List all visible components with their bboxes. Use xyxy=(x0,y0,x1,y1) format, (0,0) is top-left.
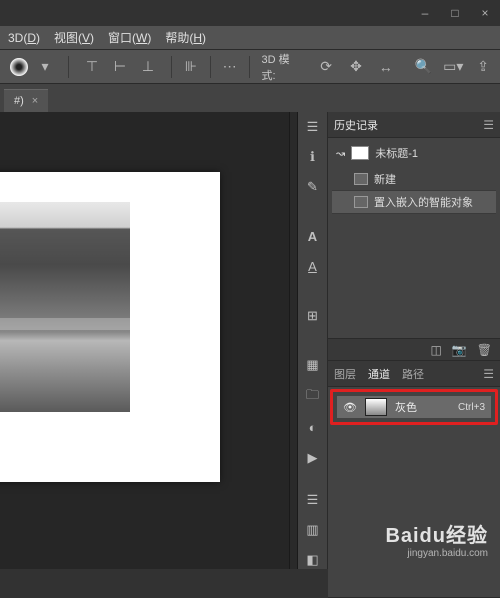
close-button[interactable]: × xyxy=(478,6,492,20)
brush-preview-icon[interactable] xyxy=(10,58,28,76)
styles-panel-icon[interactable]: ◧ xyxy=(303,551,323,569)
actions-panel-icon[interactable]: ▶ xyxy=(303,449,323,467)
close-tab-icon[interactable]: × xyxy=(32,95,38,107)
trash-icon[interactable]: 🗑 xyxy=(477,343,492,357)
canvas-area[interactable] xyxy=(0,112,290,569)
artboard xyxy=(0,172,220,482)
history-brush-icon: ↝ xyxy=(336,147,345,160)
tab-history[interactable]: 历史记录 xyxy=(334,117,378,133)
channel-name: 灰色 xyxy=(395,399,417,415)
rail-menu2-icon[interactable]: ☰ xyxy=(303,491,323,509)
place-embed-icon xyxy=(354,196,368,208)
document-tab-bar: #) × xyxy=(0,84,500,112)
highlight-annotation: 👁 灰色 Ctrl+3 xyxy=(330,389,498,425)
workspace-switch-icon[interactable]: ▭▾ xyxy=(442,56,464,78)
align-vcenter-icon[interactable]: ⊢ xyxy=(109,56,131,78)
divider xyxy=(171,56,172,78)
history-document-row[interactable]: ↝ 未标题-1 xyxy=(332,142,496,164)
panel-menu-icon[interactable]: ☰ xyxy=(483,367,494,381)
options-bar: ▾ ⊤ ⊢ ⊥ ⊪ ⋯ 3D 模式: ⟳ ✥ ↔ 🔍 ▭▾ ⇪ xyxy=(0,50,500,84)
minimize-button[interactable]: – xyxy=(418,6,432,20)
history-doc-name: 未标题-1 xyxy=(375,145,418,161)
rail-menu-icon[interactable]: ☰ xyxy=(303,118,323,136)
glyphs-panel-icon[interactable]: ⊞ xyxy=(303,307,323,325)
new-doc-icon xyxy=(354,173,368,185)
library-panel-icon[interactable]: 🗀 xyxy=(303,387,323,407)
slide-3d-icon[interactable]: ↔ xyxy=(375,56,397,78)
3d-mode-label: 3D 模式: xyxy=(258,51,308,83)
search-icon[interactable]: 🔍 xyxy=(413,56,435,78)
chevron-down-icon[interactable]: ▾ xyxy=(34,56,56,78)
orbit-3d-icon[interactable]: ⟳ xyxy=(315,56,337,78)
channel-thumb xyxy=(365,398,387,416)
panel-collapse-handle[interactable] xyxy=(290,112,298,569)
menu-3d[interactable]: 3D(D) xyxy=(8,31,40,45)
visibility-eye-icon[interactable]: 👁 xyxy=(343,401,357,414)
document-tab[interactable]: #) × xyxy=(4,89,48,112)
channel-row-gray[interactable]: 👁 灰色 Ctrl+3 xyxy=(337,396,491,418)
align-bottom-icon[interactable]: ⊥ xyxy=(137,56,159,78)
align-top-icon[interactable]: ⊤ xyxy=(81,56,103,78)
right-panels: ☰ ℹ ✎ A A ⊞ ▦ 🗀 ◐ ▶ ☰ ▥ ◧ 历史记录 ☰ xyxy=(290,112,500,569)
menu-bar: 3D(D) 视图(V) 窗口(W) 帮助(H) xyxy=(0,26,500,50)
pan-3d-icon[interactable]: ✥ xyxy=(345,56,367,78)
menu-help[interactable]: 帮助(H) xyxy=(165,29,206,46)
history-panel-footer: ◫ 📷 🗑 xyxy=(328,338,500,360)
title-bar: – □ × xyxy=(0,0,500,26)
brush-panel-icon[interactable]: ✎ xyxy=(303,178,323,196)
menu-window[interactable]: 窗口(W) xyxy=(108,29,151,46)
snapshot-icon[interactable]: 📷 xyxy=(452,343,467,357)
divider xyxy=(210,56,211,78)
placed-image xyxy=(0,202,130,412)
channel-shortcut: Ctrl+3 xyxy=(458,402,485,413)
history-step[interactable]: 新建 xyxy=(332,168,496,191)
import-icon[interactable]: ◫ xyxy=(430,343,441,357)
align-more-icon[interactable]: ⊪ xyxy=(180,56,202,78)
character-panel-icon[interactable]: A xyxy=(303,228,323,246)
channels-panel: 图层 通道 路径 ☰ 👁 灰色 Ctrl+3 xyxy=(328,361,500,598)
swatches-panel-icon[interactable]: ▥ xyxy=(303,521,323,539)
history-thumb xyxy=(351,146,369,160)
history-step-label: 置入嵌入的智能对象 xyxy=(374,194,473,210)
type-panel-icon[interactable]: A xyxy=(303,258,323,276)
tab-channels[interactable]: 通道 xyxy=(368,366,390,382)
more-options-icon[interactable]: ⋯ xyxy=(219,56,241,78)
info-panel-icon[interactable]: ℹ xyxy=(303,148,323,166)
divider xyxy=(249,56,250,78)
history-panel: 历史记录 ☰ ↝ 未标题-1 新建 xyxy=(328,112,500,361)
menu-view[interactable]: 视图(V) xyxy=(54,29,94,46)
history-step-label: 新建 xyxy=(374,171,396,187)
panel-menu-icon[interactable]: ☰ xyxy=(483,118,494,132)
panel-icon-rail: ☰ ℹ ✎ A A ⊞ ▦ 🗀 ◐ ▶ ☰ ▥ ◧ xyxy=(298,112,328,569)
pattern-panel-icon[interactable]: ▦ xyxy=(303,356,323,374)
history-step[interactable]: 置入嵌入的智能对象 xyxy=(332,191,496,214)
maximize-button[interactable]: □ xyxy=(448,6,462,20)
divider xyxy=(68,56,69,78)
tab-paths[interactable]: 路径 xyxy=(402,366,424,382)
adjustments-panel-icon[interactable]: ◐ xyxy=(303,419,323,437)
document-tab-title: #) xyxy=(14,95,24,107)
share-icon[interactable]: ⇪ xyxy=(472,56,494,78)
tab-layers[interactable]: 图层 xyxy=(334,366,356,382)
